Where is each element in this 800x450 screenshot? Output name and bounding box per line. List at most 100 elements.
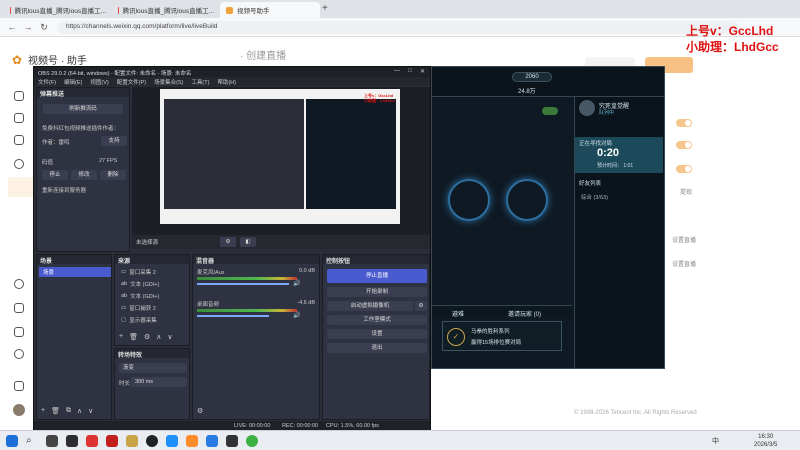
obs-icon[interactable] — [146, 435, 158, 447]
toggle-1[interactable] — [676, 119, 692, 127]
app-icon[interactable] — [186, 435, 198, 447]
up-icon[interactable]: ∧ — [156, 333, 161, 341]
stop-button[interactable]: 停止 — [42, 170, 68, 180]
notification-icon[interactable] — [14, 381, 24, 391]
sidebar-active-item[interactable] — [8, 177, 34, 197]
duration-input[interactable]: 300 ms — [131, 377, 187, 387]
refresh-icon[interactable]: ↻ — [38, 21, 50, 33]
settings-icon[interactable] — [14, 349, 24, 359]
app-icon[interactable] — [106, 435, 118, 447]
menu-profile[interactable]: 配置文件(P) — [117, 78, 146, 86]
overlay-line-2: 小助理：LhdGcc — [686, 40, 779, 54]
in-queue-title: 正在寻找对局 — [579, 141, 613, 147]
windows-start-icon[interactable] — [6, 435, 18, 447]
properties-gear-icon[interactable]: ⚙ — [220, 237, 236, 247]
exit-button[interactable]: 退出 — [327, 343, 427, 353]
support-button[interactable]: 支持 — [101, 136, 127, 146]
down-icon[interactable]: ∨ — [88, 407, 93, 415]
home-icon[interactable] — [14, 91, 24, 101]
modify-button[interactable]: 修改 — [71, 170, 97, 180]
ready-toggle[interactable] — [542, 107, 558, 115]
studio-mode-button[interactable]: 工作室模式 — [327, 315, 427, 325]
edge-icon[interactable] — [206, 435, 218, 447]
source-item[interactable]: ▢ 显示器采集 — [117, 315, 157, 325]
tab-label: 腾讯lous直播_腾讯lous直播工... — [14, 8, 106, 15]
page-logo-title: 视频号 · 助手 — [28, 56, 87, 67]
task-view-icon[interactable] — [46, 435, 58, 447]
toggle-3[interactable] — [676, 165, 692, 173]
trash-icon[interactable]: 🗑 — [129, 333, 138, 341]
interaction-icon[interactable] — [14, 135, 24, 145]
trash-icon[interactable]: 🗑 — [51, 407, 60, 415]
menu-view[interactable]: 视图(V) — [90, 78, 108, 86]
app-icon[interactable] — [86, 435, 98, 447]
browser-tab-3[interactable]: 视频号助手 — [220, 2, 320, 18]
content-icon[interactable] — [14, 113, 24, 123]
back-icon[interactable]: ← — [6, 21, 18, 33]
menu-edit[interactable]: 编辑(E) — [64, 78, 82, 86]
source-item[interactable]: ab 文本 (GDI+) — [117, 279, 159, 289]
friend-group[interactable]: 综合 (3/63) — [581, 193, 608, 201]
add-icon[interactable]: + — [119, 333, 123, 341]
app-icon[interactable] — [66, 435, 78, 447]
forward-icon[interactable]: → — [22, 21, 34, 33]
down-icon[interactable]: ∨ — [167, 333, 172, 341]
portal-left — [448, 179, 490, 221]
desktop-db-readout: -4.6 dB — [297, 300, 315, 306]
desktop-volume-slider[interactable] — [197, 315, 269, 317]
scene-item[interactable]: 场景 — [39, 267, 111, 277]
maximize-icon[interactable]: □ — [408, 68, 412, 74]
preview-area[interactable]: 上号v：GccLhd 小助理：LhdGcc — [132, 87, 430, 235]
up-icon[interactable]: ∧ — [77, 407, 82, 415]
speaker-icon[interactable]: 🔊 — [293, 280, 300, 287]
speaker-icon[interactable]: 🔊 — [293, 312, 300, 319]
mic-volume-slider[interactable] — [197, 283, 289, 285]
virtual-camera-button[interactable]: 启动虚拟摄像机 — [327, 301, 413, 311]
stop-stream-button[interactable]: 停止直播 — [327, 269, 427, 283]
source-item[interactable]: ▭ 窗口捕获 2 — [117, 303, 156, 313]
filters-icon[interactable]: ◧ — [240, 237, 256, 247]
source-item[interactable]: ▭ 窗口采集 2 — [117, 267, 156, 277]
gear-icon[interactable]: ⚙ — [144, 333, 150, 341]
source-item[interactable]: ab 文本 (GDI+) — [117, 291, 159, 301]
data-icon[interactable] — [14, 279, 24, 289]
virtual-camera-gear-icon[interactable]: ⚙ — [415, 301, 427, 311]
close-icon[interactable]: ✕ — [420, 68, 425, 75]
app-icon[interactable] — [226, 435, 238, 447]
profile-avatar[interactable] — [579, 100, 595, 116]
task-card[interactable]: ✓ 马拳的胜利系列 赢得15场排位赛对局 — [442, 321, 562, 351]
delete-button[interactable]: 删除 — [100, 170, 126, 180]
stats-icon[interactable] — [14, 303, 24, 313]
url-field[interactable]: https://channels.weixin.qq.com/platform/… — [58, 21, 738, 34]
new-tab-icon[interactable]: + — [322, 3, 328, 14]
menu-file[interactable]: 文件(F) — [38, 78, 56, 86]
app-icon[interactable] — [246, 435, 258, 447]
chart-icon[interactable] — [14, 327, 24, 337]
mixer-gear-icon[interactable]: ⚙ — [197, 407, 203, 415]
tab-invite[interactable]: 邀请玩家 (0) — [508, 309, 541, 318]
no-source-label: 未选择源 — [136, 240, 159, 246]
clock[interactable]: 16:30 2026/3/5 — [754, 433, 777, 449]
add-icon[interactable]: + — [41, 407, 45, 415]
league-icon[interactable] — [126, 435, 138, 447]
minimize-icon[interactable]: — — [394, 68, 400, 74]
reconnect-link[interactable]: 重新连接到服务器 — [42, 186, 86, 194]
menu-tools[interactable]: 工具(T) — [191, 78, 209, 86]
app-icon[interactable] — [166, 435, 178, 447]
browser-tab-2[interactable]: 腾讯lous直播_腾讯lous直播工... — [112, 2, 220, 18]
start-record-button[interactable]: 开始录制 — [327, 287, 427, 297]
refresh-stream-key-button[interactable]: 刷新推流码 — [43, 104, 123, 114]
settings-button[interactable]: 设置 — [327, 329, 427, 339]
task-title: 马拳的胜利系列 — [471, 329, 510, 335]
menu-help[interactable]: 帮助(H) — [217, 78, 236, 86]
filter-icon[interactable]: ⧉ — [66, 407, 71, 415]
toggle-2[interactable] — [676, 141, 692, 149]
search-icon[interactable]: ⌕ — [26, 435, 38, 447]
live-icon[interactable] — [14, 159, 24, 169]
ime-indicator[interactable]: 中 — [712, 436, 719, 446]
tab-left[interactable]: 避难 — [452, 309, 464, 318]
browser-tab-1[interactable]: 腾讯lous直播_腾讯lous直播工... — [4, 2, 112, 18]
menu-scene-collection[interactable]: 场景集合(S) — [154, 78, 183, 86]
avatar[interactable] — [13, 404, 25, 416]
transition-select[interactable]: 渐变 — [119, 363, 187, 373]
